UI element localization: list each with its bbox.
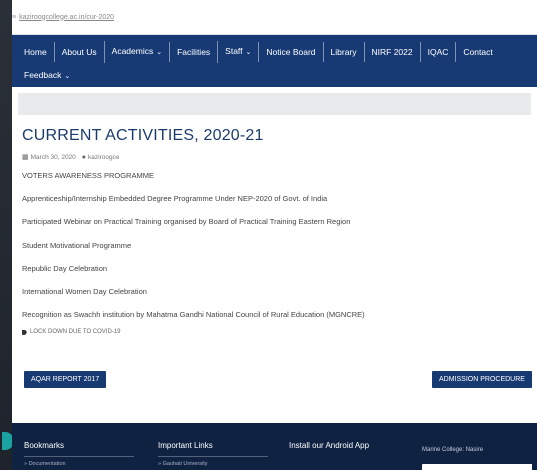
footer-bookmarks: Bookmarks » Documentation <box>24 441 66 467</box>
post-date-text: March 30, 2020 <box>30 154 76 161</box>
main-navigation: Home About Us Academics ⌄ Facilities Staff ⌄ No… <box>12 35 537 87</box>
nav-item-label: NIRF 2022 <box>371 47 413 57</box>
lock-icon: ≡ <box>12 13 17 21</box>
nav-row-secondary: Feedback ⌄ <box>20 65 529 87</box>
nav-item-label: Library <box>330 47 357 57</box>
footer-bookmarks-title: Bookmarks <box>24 441 65 450</box>
nav-item-facilities[interactable]: Facilities <box>169 42 217 62</box>
post-tag-text: LOCK DOWN DUE TO COVID-19 <box>30 329 121 336</box>
nav-item-library[interactable]: Library <box>322 42 364 62</box>
page-title: CURRENT ACTIVITIES, 2020-21 <box>22 127 264 144</box>
footer-important-links: Important Links » Gauhati University <box>158 441 213 467</box>
post-content: CURRENT ACTIVITIES, 2020-21 ▦ March 30, 2… <box>12 115 537 335</box>
nav-item-label: Home <box>24 47 47 57</box>
chevron-down-icon: ⌄ <box>64 73 71 80</box>
nav-item-academics[interactable]: Academics ⌄ <box>103 41 169 63</box>
post-author[interactable]: ● kaziroogce <box>82 154 120 161</box>
nav-item-about-us[interactable]: About Us <box>53 42 104 62</box>
post-date[interactable]: ▦ March 30, 2020 <box>22 153 76 161</box>
post-author-text: kaziroogce <box>88 153 120 161</box>
nav-item-label: Notice Board <box>266 47 316 57</box>
list-item[interactable]: International Women Day Celebration <box>22 287 527 296</box>
footer-divider <box>24 456 134 457</box>
list-item[interactable]: VOTERS AWARENESS PROGRAMME <box>22 171 527 180</box>
footer-divider <box>158 456 268 457</box>
footer-links-link[interactable]: » Gauhati University <box>158 461 213 467</box>
post-tag[interactable]: LOCK DOWN DUE TO COVID-19 <box>22 329 527 335</box>
nav-item-feedback[interactable]: Feedback ⌄ <box>20 65 77 87</box>
footer-bookmarks-link[interactable]: » Documentation <box>24 461 66 467</box>
browser-viewport: ≡ kaziroogcollege.ac.in/cur-2020 Home Abo… <box>12 0 537 470</box>
aqar-report-button[interactable]: AQAR REPORT 2017 <box>24 371 107 388</box>
chevron-down-icon: ⌄ <box>245 49 252 56</box>
list-item[interactable]: Apprenticeship/Internship Embedded Degre… <box>22 194 527 203</box>
nav-row-primary: Home About Us Academics ⌄ Facilities Staff ⌄ No… <box>20 41 529 63</box>
list-item[interactable]: Student Motivational Programme <box>22 241 527 250</box>
site-footer: Bookmarks » Documentation Important Link… <box>12 423 537 470</box>
nav-item-nirf-2022[interactable]: NIRF 2022 <box>363 42 420 62</box>
footer-college-name: Marine College: Nasire <box>422 447 484 453</box>
user-icon: ● <box>81 153 87 161</box>
calendar-icon: ▦ <box>22 154 29 161</box>
activity-list: VOTERS AWARENESS PROGRAMME Apprenticeship… <box>22 171 527 319</box>
left-window-edge <box>0 0 12 470</box>
footer-search-input[interactable] <box>422 464 532 470</box>
address-bar[interactable]: ≡ kaziroogcollege.ac.in/cur-2020 <box>12 0 537 35</box>
post-meta: ▦ March 30, 2020 ● kaziroogce <box>22 153 527 162</box>
footer-android-app: Install our Android App <box>289 441 369 450</box>
nav-item-iqac[interactable]: IQAC <box>419 42 456 62</box>
nav-item-staff[interactable]: Staff ⌄ <box>217 41 258 63</box>
list-item[interactable]: Participated Webinar on Practical Traini… <box>22 217 527 226</box>
chevron-down-icon: ⌄ <box>156 49 163 56</box>
nav-item-label: Staff <box>225 46 243 56</box>
url-text[interactable]: kaziroogcollege.ac.in/cur-2020 <box>19 14 114 21</box>
nav-item-label: Facilities <box>177 47 211 57</box>
tag-icon <box>22 329 27 335</box>
nav-item-label: Contact <box>463 47 493 57</box>
nav-item-home[interactable]: Home <box>20 42 54 62</box>
nav-item-contact[interactable]: Contact <box>455 42 499 62</box>
footer-app-title: Install our Android App <box>289 441 370 450</box>
nav-item-label: Feedback <box>24 70 62 80</box>
list-item[interactable]: Recognition as Swachh institution by Mah… <box>22 310 527 319</box>
admission-procedure-button[interactable]: ADMISSION PROCEDURE <box>432 371 532 388</box>
footer-links-title: Important Links <box>158 441 213 450</box>
breadcrumb-band <box>18 93 531 115</box>
nav-item-label: Academics <box>111 46 154 56</box>
nav-item-label: IQAC <box>427 47 449 57</box>
nav-item-notice-board[interactable]: Notice Board <box>258 42 322 62</box>
nav-item-label: About Us <box>61 47 97 57</box>
list-item[interactable]: Republic Day Celebration <box>22 264 527 273</box>
